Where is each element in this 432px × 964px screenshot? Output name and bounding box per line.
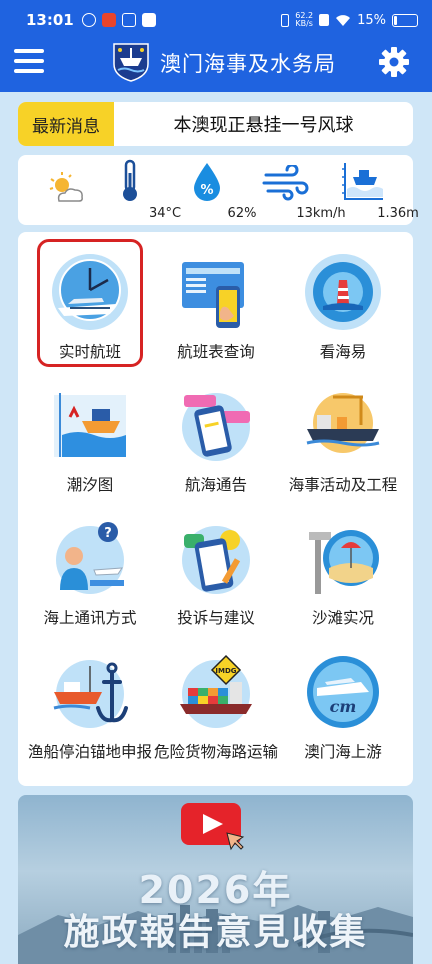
- marine-works-icon: [306, 393, 380, 453]
- service-sea-view[interactable]: 看海易: [278, 242, 408, 372]
- beach-camera-icon: [309, 530, 379, 594]
- service-label: 投诉与建议: [177, 609, 255, 627]
- banner-subtitle: 施政報告意見收集: [63, 912, 368, 953]
- promo-banner[interactable]: 2026年 施政報告意見收集: [18, 795, 413, 964]
- weather-item-tide: 1.36m: [328, 155, 419, 225]
- wifi-icon: [336, 14, 351, 26]
- video-play-icon[interactable]: [181, 803, 247, 851]
- service-beach-status[interactable]: 沙滩实况: [278, 508, 408, 638]
- vibrate-icon: [281, 13, 290, 27]
- battery-fill: [394, 15, 397, 25]
- service-label: 危险货物海路运输: [153, 743, 278, 761]
- status-bar: 13:01 62.2 KB/s 15%: [0, 0, 432, 40]
- service-label: 航海通告: [184, 476, 247, 494]
- weather-item-sky: [32, 155, 102, 225]
- weather-panel: 34°C % 62% 13km/h 1.36m: [18, 155, 419, 225]
- ferry-clock-icon: [52, 254, 128, 330]
- service-label: 实时航班: [58, 343, 121, 361]
- cm-logo-text: cm: [330, 697, 357, 716]
- status-time: 13:01: [26, 11, 74, 29]
- marine-bureau-logo: [113, 43, 149, 82]
- app-header: 澳门海事及水务局: [0, 40, 432, 92]
- weather-item-temperature: 34°C: [95, 155, 181, 225]
- service-realtime-ferry[interactable]: 实时航班: [25, 242, 155, 372]
- service-sea-communication[interactable]: ? 海上通讯方式: [25, 508, 155, 638]
- weather-item-wind: 13km/h: [251, 155, 346, 225]
- battery-icon: [392, 13, 418, 27]
- news-ticker[interactable]: 最新消息 本澳现正悬挂一号风球: [18, 102, 413, 146]
- app-notification-icon: [81, 13, 96, 27]
- news-message[interactable]: 本澳现正悬挂一号风球: [114, 111, 413, 137]
- notice-phone-icon: [182, 393, 250, 461]
- red-app-notification-icon: [101, 13, 116, 27]
- network-speed: 62.2 KB/s: [295, 12, 313, 28]
- service-macau-sea-tour[interactable]: cm 澳门海上游: [278, 642, 408, 772]
- thermometer-icon: [123, 159, 137, 201]
- svg-text:%: %: [200, 183, 213, 198]
- telephone-support-icon: ?: [56, 522, 124, 594]
- camera-lighthouse-icon: [305, 254, 381, 330]
- schedule-phone-icon: [182, 262, 244, 328]
- gear-icon[interactable]: [378, 46, 410, 78]
- battery-percent: 15%: [357, 12, 386, 28]
- partly-cloudy-icon: [49, 172, 83, 202]
- sim-icon: [319, 14, 330, 26]
- service-label: 渔船停泊锚地申报: [27, 743, 152, 761]
- tide-level-icon: [342, 163, 383, 200]
- service-marine-works[interactable]: 海事活动及工程: [278, 375, 408, 505]
- service-schedule-query[interactable]: 航班表查询: [151, 242, 281, 372]
- mail-notification-icon: [121, 13, 136, 27]
- notification-icon: [141, 13, 156, 27]
- service-complaints[interactable]: 投诉与建议: [151, 508, 281, 638]
- tide-chart-icon: [54, 393, 126, 457]
- service-label: 澳门海上游: [304, 743, 382, 761]
- service-dangerous-goods[interactable]: IMDG 危险货物海路运输: [151, 642, 281, 772]
- complaint-feedback-icon: [182, 526, 250, 594]
- service-label: 海上通讯方式: [43, 609, 137, 627]
- tide-value: 1.36m: [377, 206, 419, 221]
- news-tag: 最新消息: [18, 102, 114, 146]
- fishing-boat-anchor-icon: [53, 660, 128, 728]
- imdg-label: IMDG: [215, 667, 236, 675]
- service-label: 航班表查询: [177, 343, 255, 361]
- service-label: 潮汐图: [66, 476, 114, 494]
- service-fishing-anchorage[interactable]: 渔船停泊锚地申报: [25, 642, 155, 772]
- service-label: 海事活动及工程: [288, 476, 398, 494]
- wind-icon: [262, 165, 309, 201]
- services-grid: 实时航班 航班表查询 看海易 潮汐图 航海通告 海事活动及工程 ? 海上通讯方式…: [18, 232, 413, 786]
- weather-item-humidity: % 62%: [172, 155, 256, 225]
- svg-text:?: ?: [104, 526, 112, 541]
- service-label: 沙滩实况: [311, 609, 374, 627]
- service-nautical-notice[interactable]: 航海通告: [151, 375, 281, 505]
- service-label: 看海易: [319, 343, 367, 361]
- cargo-ship-imdg-icon: IMDG: [180, 654, 252, 728]
- service-tide-chart[interactable]: 潮汐图: [25, 375, 155, 505]
- net-speed-unit: KB/s: [295, 19, 313, 28]
- humidity-drop-icon: %: [194, 163, 220, 201]
- cruise-boat-icon: cm: [307, 656, 379, 728]
- hamburger-menu-icon[interactable]: [14, 49, 44, 75]
- app-title: 澳门海事及水务局: [160, 52, 336, 76]
